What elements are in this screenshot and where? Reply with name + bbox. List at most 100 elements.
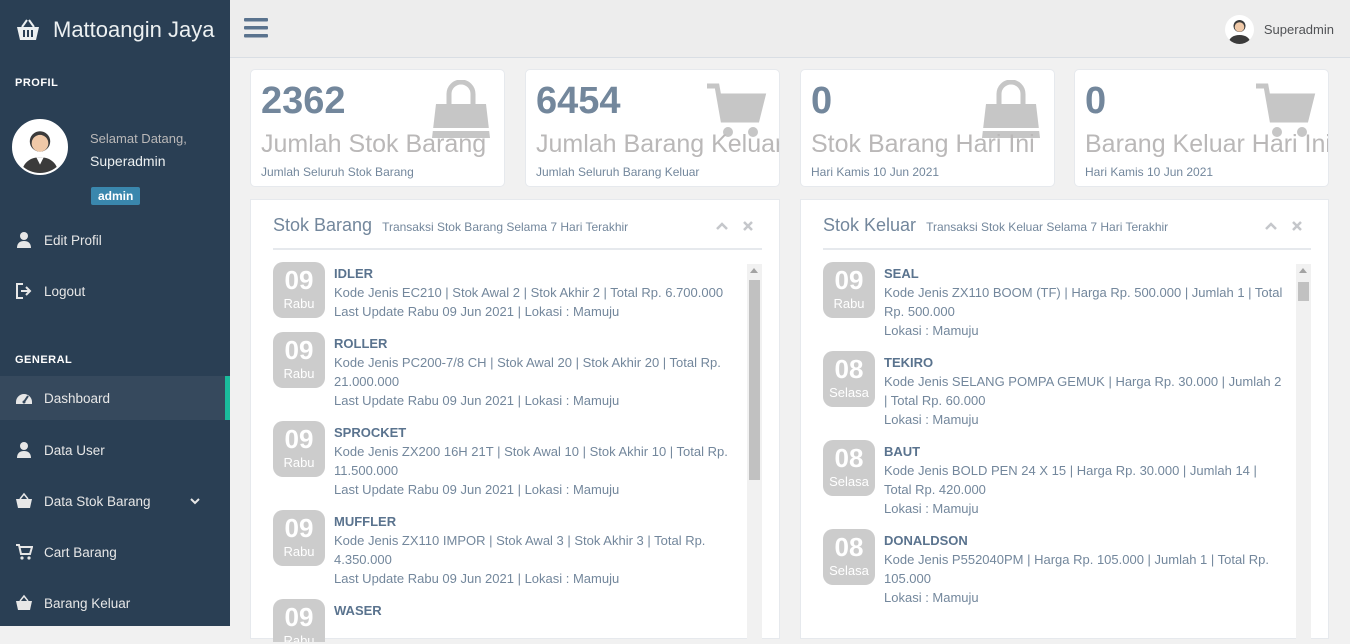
list-item[interactable]: 09 Rabu MUFFLER Kode Jenis ZX110 IMPOR | S… <box>273 510 735 588</box>
brand[interactable]: Mattoangin Jaya <box>0 0 230 60</box>
item-update: Last Update Rabu 09 Jun 2021 | Lokasi : … <box>334 304 620 319</box>
sidebar: Mattoangin Jaya PROFIL Selamat Datang, S… <box>0 0 230 626</box>
close-icon[interactable] <box>1290 220 1304 232</box>
item-location: Lokasi : Mamuju <box>884 590 979 605</box>
welcome-text: Selamat Datang, <box>90 131 187 146</box>
list-item[interactable]: 09 Rabu ROLLER Kode Jenis PC200-7/8 CH | S… <box>273 332 735 410</box>
date-badge: 09 Rabu <box>273 262 325 318</box>
item-location: Lokasi : Mamuju <box>884 501 979 516</box>
app-title: Mattoangin Jaya <box>53 17 215 42</box>
list-item[interactable]: 09 Rabu WASER <box>273 599 735 642</box>
sidebar-item-label: Cart Barang <box>44 544 117 560</box>
panel-title-text: Stok Keluar <box>823 215 917 235</box>
role-badge: admin <box>91 187 141 205</box>
tile-subtitle: Hari Kamis 10 Jun 2021 <box>811 165 940 179</box>
sidebar-item-cart-barang[interactable]: Cart Barang <box>0 530 230 574</box>
item-name[interactable]: BAUT <box>884 442 1284 461</box>
item-name[interactable]: TEKIRO <box>884 353 1284 372</box>
user-menu[interactable]: Superadmin <box>1224 15 1334 44</box>
item-detail: Kode Jenis P552040PM | Harga Rp. 105.000… <box>884 552 1269 586</box>
date-badge: 09 Rabu <box>273 510 325 566</box>
date-weekday: Rabu <box>283 544 315 559</box>
item-name[interactable]: SPROCKET <box>334 423 735 442</box>
list-item[interactable]: 09 Rabu SPROCKET Kode Jenis ZX200 16H 21T … <box>273 421 735 499</box>
tile-subtitle: Hari Kamis 10 Jun 2021 <box>1085 165 1214 179</box>
close-icon[interactable] <box>741 220 755 232</box>
item-name[interactable]: WASER <box>334 601 382 620</box>
collapse-icon[interactable] <box>1264 220 1278 232</box>
item-detail: Kode Jenis ZX110 BOOM (TF) | Harga Rp. 5… <box>884 285 1283 319</box>
basket-icon <box>16 594 32 610</box>
item-detail: Kode Jenis PC200-7/8 CH | Stok Awal 20 |… <box>334 355 721 389</box>
cart-icon <box>16 544 33 560</box>
date-badge: 08 Selasa <box>823 529 875 585</box>
top-nav: Superadmin <box>230 0 1350 58</box>
menu-toggle-icon[interactable] <box>244 17 268 39</box>
profile-username: Superadmin <box>90 153 166 169</box>
dashboard-icon <box>16 394 32 404</box>
list-item[interactable]: 08 Selasa BAUT Kode Jenis BOLD PEN 24 X 15… <box>823 440 1284 518</box>
date-day: 09 <box>284 335 314 365</box>
tile-stok-barang-hari-ini: 0 Stok Barang Hari Ini Hari Kamis 10 Jun… <box>800 69 1055 187</box>
tile-subtitle: Jumlah Seluruh Stok Barang <box>261 165 414 179</box>
chevron-down-icon[interactable] <box>189 495 201 507</box>
scroll-up-icon[interactable] <box>1299 268 1307 273</box>
panel-title: Stok Keluar Transaksi Stok Keluar Selama … <box>823 215 1168 236</box>
tile-jumlah-barang-keluar: 6454 Jumlah Barang Keluar Jumlah Seluruh… <box>525 69 780 187</box>
stok-barang-panel: Stok Barang Transaksi Stok Barang Selama … <box>250 199 780 644</box>
sidebar-item-dashboard[interactable]: Dashboard <box>0 376 230 420</box>
item-detail: Kode Jenis BOLD PEN 24 X 15 | Harga Rp. … <box>884 463 1257 497</box>
item-name[interactable]: ROLLER <box>334 334 735 353</box>
sidebar-item-data-user[interactable]: Data User <box>0 428 230 472</box>
tile-title: Stok Barang Hari Ini <box>811 130 1035 158</box>
list-item[interactable]: 09 Rabu SEAL Kode Jenis ZX110 BOOM (TF) | … <box>823 262 1284 340</box>
item-detail: Kode Jenis EC210 | Stok Awal 2 | Stok Ak… <box>334 285 724 300</box>
panel-divider <box>823 248 1311 250</box>
tile-count: 2362 <box>261 80 346 122</box>
panel-subtitle: Transaksi Stok Keluar Selama 7 Hari Tera… <box>926 220 1169 234</box>
item-location: Lokasi : Mamuju <box>884 412 979 427</box>
sidebar-item-label: Data User <box>44 442 105 458</box>
general-section-label: GENERAL <box>15 354 73 366</box>
item-detail: Kode Jenis SELANG POMPA GEMUK | Harga Rp… <box>884 374 1282 408</box>
sidebar-item-edit-profil[interactable]: Edit Profil <box>0 218 230 262</box>
collapse-icon[interactable] <box>715 220 729 232</box>
list-item[interactable]: 08 Selasa TEKIRO Kode Jenis SELANG POMPA G… <box>823 351 1284 429</box>
panel-title: Stok Barang Transaksi Stok Barang Selama … <box>273 215 628 236</box>
scroll-up-icon[interactable] <box>750 268 758 273</box>
tile-jumlah-stok-barang: 2362 Jumlah Stok Barang Jumlah Seluruh S… <box>250 69 505 187</box>
list-item[interactable]: 08 Selasa DONALDSON Kode Jenis P552040PM |… <box>823 529 1284 607</box>
date-day: 09 <box>284 424 314 454</box>
scroll-thumb[interactable] <box>749 280 760 480</box>
item-name[interactable]: SEAL <box>884 264 1284 283</box>
panel-tools <box>1264 220 1304 232</box>
item-name[interactable]: IDLER <box>334 264 723 283</box>
item-update: Last Update Rabu 09 Jun 2021 | Lokasi : … <box>334 393 620 408</box>
user-icon <box>17 442 31 458</box>
sidebar-item-label: Dashboard <box>44 390 111 406</box>
item-name[interactable]: MUFFLER <box>334 512 735 531</box>
sidebar-item-data-stok-barang[interactable]: Data Stok Barang <box>0 479 230 523</box>
date-badge: 08 Selasa <box>823 351 875 407</box>
panel-tools <box>715 220 755 232</box>
item-update: Last Update Rabu 09 Jun 2021 | Lokasi : … <box>334 482 620 497</box>
date-weekday: Rabu <box>283 633 315 642</box>
date-day: 08 <box>834 532 864 562</box>
date-day: 09 <box>834 265 864 295</box>
panel-subtitle: Transaksi Stok Barang Selama 7 Hari Tera… <box>382 220 629 234</box>
sidebar-item-barang-keluar[interactable]: Barang Keluar <box>0 581 230 625</box>
list-item[interactable]: 09 Rabu IDLER Kode Jenis EC210 | Stok Awal… <box>273 262 735 321</box>
sidebar-item-logout[interactable]: Logout <box>0 269 230 313</box>
scroll-thumb[interactable] <box>1298 282 1309 301</box>
date-weekday: Rabu <box>283 366 315 381</box>
stok-keluar-panel: Stok Keluar Transaksi Stok Keluar Selama … <box>800 199 1329 644</box>
panel-divider <box>273 248 762 250</box>
date-weekday: Selasa <box>829 563 869 578</box>
scrollbar[interactable] <box>1296 264 1311 644</box>
item-name[interactable]: DONALDSON <box>884 531 1284 550</box>
date-badge: 09 Rabu <box>273 421 325 477</box>
basket-icon <box>16 492 32 508</box>
item-detail: Kode Jenis ZX110 IMPOR | Stok Awal 3 | S… <box>334 533 706 567</box>
scrollbar[interactable] <box>747 264 762 644</box>
profile-section-label: PROFIL <box>15 77 59 89</box>
